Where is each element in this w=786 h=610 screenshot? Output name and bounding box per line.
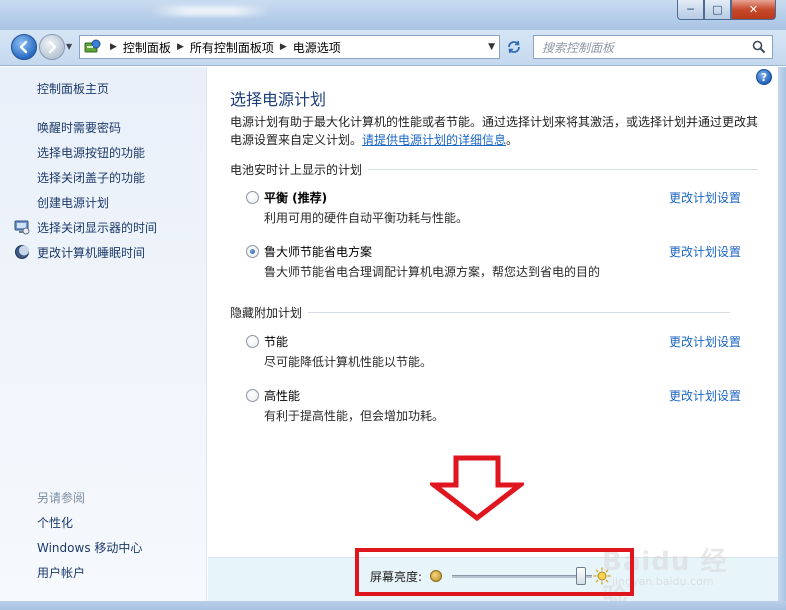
forward-button[interactable] — [39, 34, 65, 60]
see-also-mobility-center[interactable]: Windows 移动中心 — [0, 535, 207, 560]
chevron-right-icon[interactable]: ▶ — [110, 42, 117, 52]
plan-name: 节能 — [264, 335, 289, 349]
sidebar-item-label: 选择关闭盖子的功能 — [37, 171, 146, 185]
brightness-highlight-box — [355, 548, 634, 596]
intro-line-1: 电源计划有助于最大化计算机的性能或者节能。通过选择计划来将其激活，或选择计划并通… — [230, 115, 759, 129]
breadcrumb: ▶ 控制面板 ▶ 所有控制面板项 ▶ 电源选项 — [104, 39, 341, 56]
divider — [368, 169, 758, 170]
intro-line-2: 电源设置来自定义计划。请提供电源计划的详细信息。 — [230, 131, 760, 149]
see-also-label: 用户帐户 — [37, 566, 86, 580]
sidebar-item-label: 选择电源按钮的功能 — [37, 146, 146, 160]
navigation-bar: ▼ ▶ 控制面板 ▶ 所有控制面板项 ▶ 电源选项 ▼ 搜索控制面板 — [0, 30, 786, 66]
plan-name: 鲁大师节能省电方案 — [264, 245, 373, 259]
plan-name: 高性能 — [264, 389, 301, 403]
sidebar-item-label: 更改计算机睡眠时间 — [37, 246, 146, 260]
plan-radio[interactable] — [246, 389, 259, 402]
plan-radio-selected[interactable] — [246, 245, 259, 258]
sidebar-item-create-plan[interactable]: 创建电源计划 — [0, 190, 207, 215]
plan-description: 有利于提高性能，但会增加功耗。 — [264, 409, 445, 423]
sidebar-item-label: 选择关闭显示器的时间 — [37, 221, 158, 235]
intro-text: 电源计划有助于最大化计算机的性能或者节能。通过选择计划来将其激活，或选择计划并通… — [230, 113, 760, 149]
window-frame-right — [778, 67, 786, 601]
change-plan-settings-link[interactable]: 更改计划设置 — [669, 189, 741, 206]
plan-description: 鲁大师节能省电合理调配计算机电源方案，帮您达到省电的目的 — [264, 265, 601, 279]
intro-line-2-suffix: 。 — [506, 133, 519, 147]
arrow-left-icon — [19, 40, 28, 54]
close-button[interactable]: ✕ — [731, 0, 776, 20]
battery-plans-group-header: 电池安时计上显示的计划 — [230, 161, 758, 178]
sidebar-item-display-off[interactable]: 选择关闭显示器的时间 — [0, 215, 207, 240]
minimize-button[interactable]: ─ — [677, 0, 704, 20]
refresh-icon — [508, 40, 520, 54]
recent-pages-dropdown[interactable]: ▼ — [66, 42, 76, 52]
sidebar-item-label: 创建电源计划 — [37, 196, 110, 210]
window-frame-bottom — [0, 601, 786, 610]
sidebar-item-wake-password[interactable]: 唤醒时需要密码 — [0, 115, 207, 140]
sidebar-item-label: 唤醒时需要密码 — [37, 121, 122, 135]
sidebar-item-lid-close[interactable]: 选择关闭盖子的功能 — [0, 165, 207, 190]
control-panel-icon — [82, 37, 104, 57]
breadcrumb-power-options[interactable]: 电源选项 — [293, 39, 341, 56]
breadcrumb-control-panel[interactable]: 控制面板 — [123, 39, 171, 56]
group-title: 电池安时计上显示的计划 — [230, 163, 363, 177]
intro-line-2-prefix: 电源设置来自定义计划。 — [230, 133, 363, 147]
window-controls: ─ □ ✕ — [677, 0, 776, 20]
chevron-right-icon[interactable]: ▶ — [280, 42, 287, 52]
see-also-heading: 另请参阅 — [37, 491, 86, 505]
title-text-blurred — [150, 6, 270, 16]
see-also-personalization[interactable]: 个性化 — [0, 510, 207, 535]
back-button[interactable] — [11, 34, 37, 60]
sidebar-item-sleep-time[interactable]: 更改计算机睡眠时间 — [0, 240, 207, 265]
moon-icon — [15, 245, 29, 259]
refresh-button[interactable] — [502, 35, 526, 59]
see-also-list: 个性化 Windows 移动中心 用户帐户 — [0, 510, 207, 585]
plan-details-link[interactable]: 请提供电源计划的详细信息 — [362, 133, 506, 147]
plan-description: 尽可能降低计算机性能以节能。 — [264, 355, 433, 369]
search-icon[interactable] — [752, 40, 766, 54]
sidebar-item-power-button[interactable]: 选择电源按钮的功能 — [0, 140, 207, 165]
left-sidebar: 控制面板主页 唤醒时需要密码 选择电源按钮的功能 选择关闭盖子的功能 创建电源计… — [0, 67, 207, 601]
hidden-plans-group-header[interactable]: 隐藏附加计划 — [230, 304, 758, 321]
plan-radio[interactable] — [246, 335, 259, 348]
see-also-label: 个性化 — [37, 516, 74, 530]
address-dropdown[interactable]: ▼ — [488, 42, 495, 52]
change-plan-settings-link[interactable]: 更改计划设置 — [669, 243, 741, 260]
search-input[interactable]: 搜索控制面板 — [533, 35, 773, 59]
breadcrumb-all-items[interactable]: 所有控制面板项 — [190, 39, 274, 56]
sidebar-home-link[interactable]: 控制面板主页 — [37, 80, 109, 97]
maximize-button[interactable]: □ — [704, 0, 731, 20]
address-bar[interactable]: ▶ 控制面板 ▶ 所有控制面板项 ▶ 电源选项 ▼ — [79, 35, 500, 59]
change-plan-settings-link[interactable]: 更改计划设置 — [669, 333, 741, 350]
change-plan-settings-link[interactable]: 更改计划设置 — [669, 387, 741, 404]
annotation-arrow-down-icon — [430, 455, 524, 521]
see-also-user-accounts[interactable]: 用户帐户 — [0, 560, 207, 585]
arrow-right-icon — [48, 40, 57, 54]
page-title: 选择电源计划 — [230, 90, 327, 109]
see-also-label: Windows 移动中心 — [37, 541, 143, 555]
plan-description: 利用可用的硬件自动平衡功耗与性能。 — [264, 211, 469, 225]
search-placeholder: 搜索控制面板 — [542, 40, 615, 55]
chevron-right-icon[interactable]: ▶ — [177, 42, 184, 52]
title-bar: ─ □ ✕ — [0, 0, 786, 30]
help-icon[interactable]: ? — [756, 69, 772, 85]
plan-radio[interactable] — [246, 191, 259, 204]
plan-name: 平衡 (推荐) — [264, 191, 328, 205]
monitor-icon — [14, 220, 30, 235]
group-title: 隐藏附加计划 — [230, 306, 303, 320]
sidebar-task-list: 唤醒时需要密码 选择电源按钮的功能 选择关闭盖子的功能 创建电源计划 选择关闭显… — [0, 115, 207, 265]
divider — [308, 312, 730, 313]
